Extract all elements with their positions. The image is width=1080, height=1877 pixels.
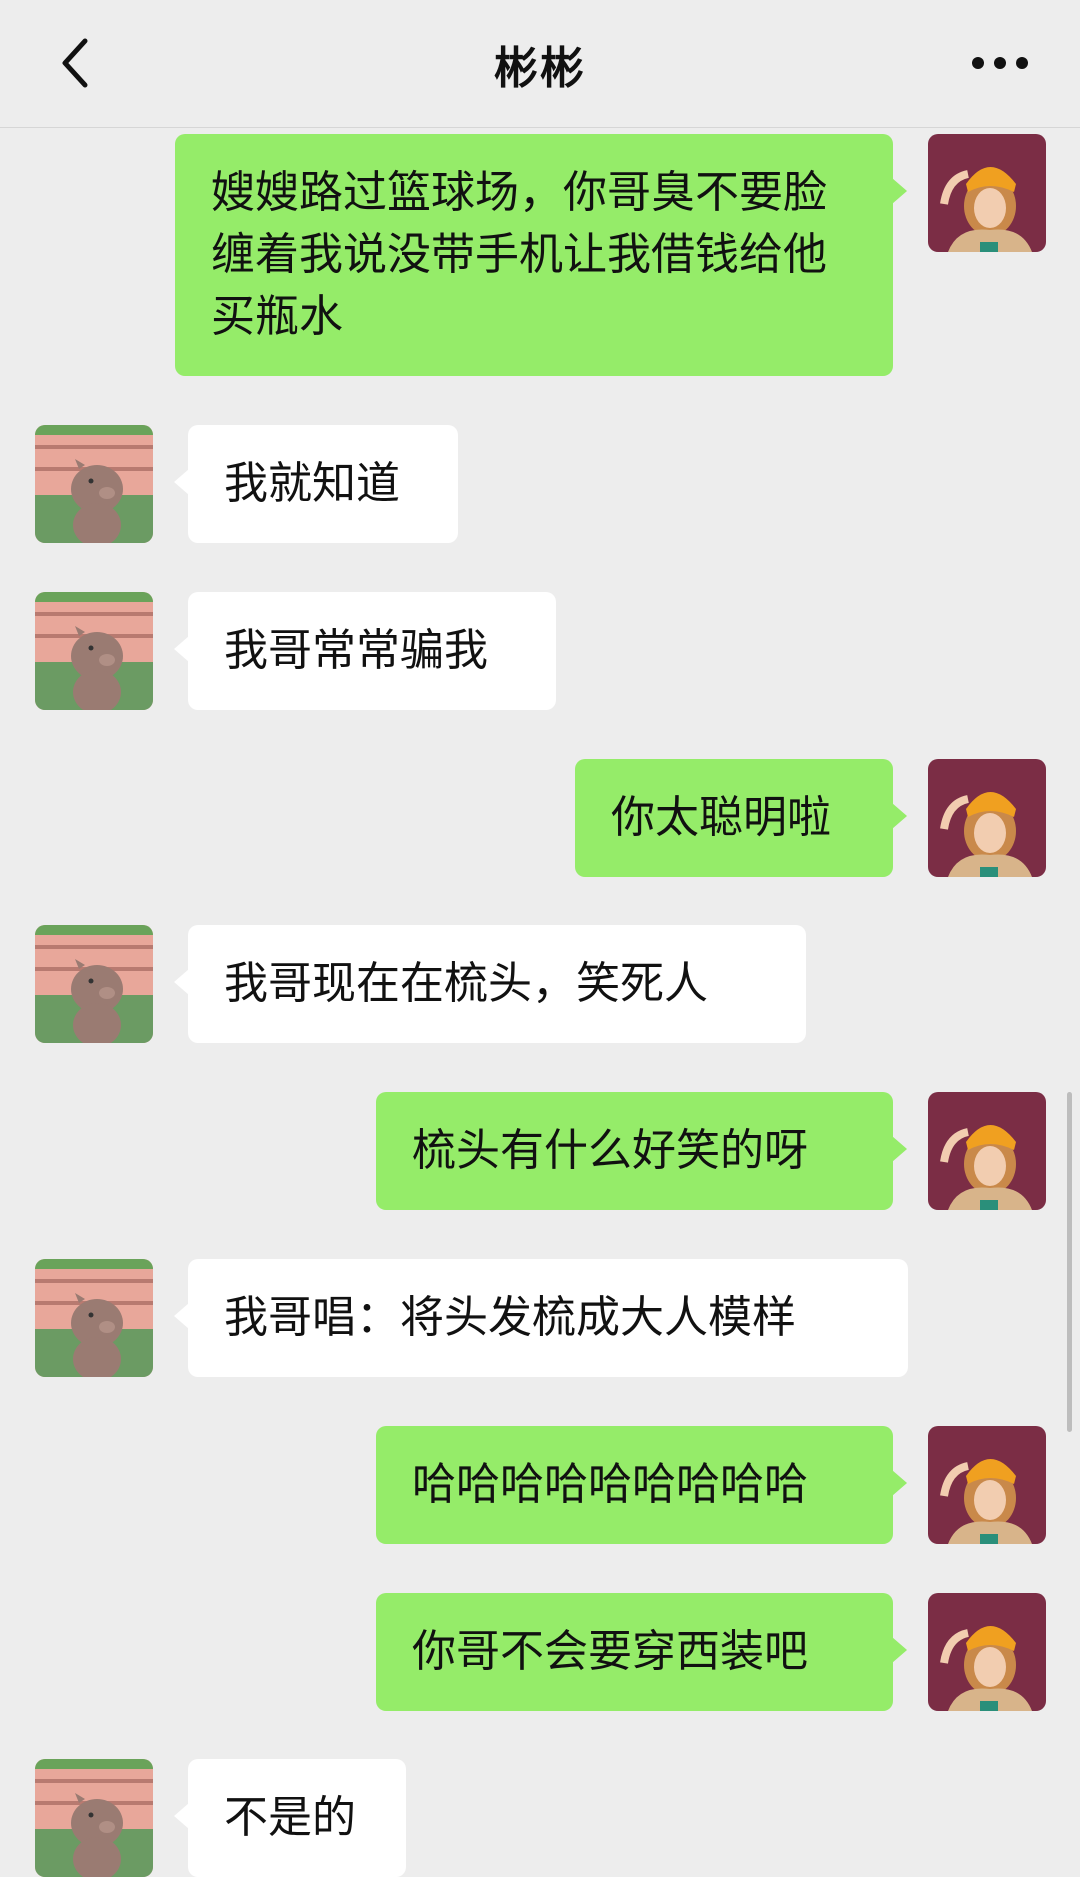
chevron-left-icon	[62, 38, 88, 88]
message-bubble-sent[interactable]: 你太聪明啦	[575, 759, 907, 877]
pig-avatar-image	[35, 1259, 153, 1377]
contact-avatar[interactable]	[35, 925, 153, 1043]
message-bubble-sent[interactable]: 你哥不会要穿西装吧	[376, 1593, 907, 1711]
girl-avatar-image	[928, 1426, 1046, 1544]
girl-avatar-image	[928, 134, 1046, 252]
pig-avatar-image	[35, 592, 153, 710]
contact-avatar[interactable]	[35, 1259, 153, 1377]
message-bubble-received[interactable]: 我哥现在在梳头，笑死人	[174, 925, 806, 1043]
contact-avatar[interactable]	[35, 425, 153, 543]
message-bubble-sent[interactable]: 梳头有什么好笑的呀	[376, 1092, 907, 1210]
message-bubble-received[interactable]: 我哥唱：将头发梳成大人模样	[174, 1259, 908, 1377]
my-avatar[interactable]	[928, 1092, 1046, 1210]
girl-avatar-image	[928, 1593, 1046, 1711]
message-bubble-sent[interactable]: 哈哈哈哈哈哈哈哈哈	[376, 1426, 907, 1544]
message-bubble-sent[interactable]: 嫂嫂路过篮球场，你哥臭不要脸缠着我说没带手机让我借钱给他买瓶水	[175, 134, 907, 376]
contact-avatar[interactable]	[35, 592, 153, 710]
pig-avatar-image	[35, 925, 153, 1043]
message-bubble-received[interactable]: 我就知道	[174, 425, 458, 543]
chat-title: 彬彬	[494, 42, 586, 94]
my-avatar[interactable]	[928, 134, 1046, 252]
more-dots-icon	[972, 57, 1028, 69]
pig-avatar-image	[35, 425, 153, 543]
contact-avatar[interactable]	[35, 1759, 153, 1877]
message-bubble-received[interactable]: 我哥常常骗我	[174, 592, 556, 710]
more-button[interactable]	[960, 28, 1040, 98]
my-avatar[interactable]	[928, 759, 1046, 877]
pig-avatar-image	[35, 1759, 153, 1877]
my-avatar[interactable]	[928, 1593, 1046, 1711]
my-avatar[interactable]	[928, 1426, 1046, 1544]
back-button[interactable]	[40, 28, 110, 98]
scrollbar[interactable]	[1067, 1092, 1072, 1432]
girl-avatar-image	[928, 759, 1046, 877]
message-list[interactable]: 嫂嫂路过篮球场，你哥臭不要脸缠着我说没带手机让我借钱给他买瓶水 我就知道 我哥常…	[0, 128, 1080, 1877]
chat-header: 彬彬	[0, 0, 1080, 128]
girl-avatar-image	[928, 1092, 1046, 1210]
message-bubble-received[interactable]: 不是的	[174, 1759, 406, 1877]
